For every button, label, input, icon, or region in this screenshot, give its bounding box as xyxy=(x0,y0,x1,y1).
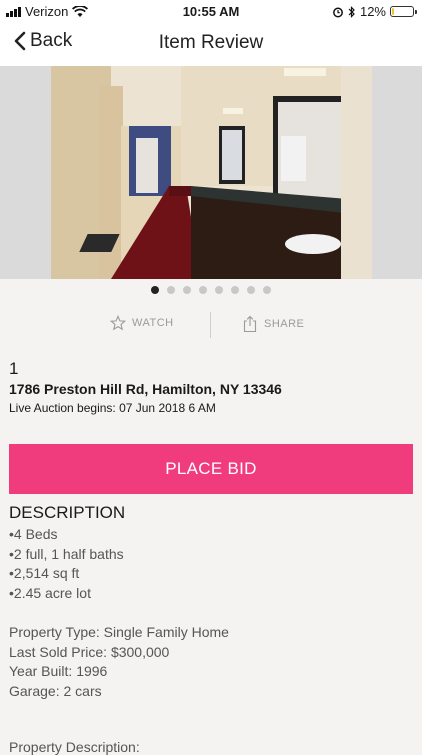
pagination-dot[interactable] xyxy=(215,286,223,294)
gallery-pagination[interactable] xyxy=(0,286,422,294)
share-button[interactable]: SHARE xyxy=(242,315,304,333)
bluetooth-icon xyxy=(348,5,355,18)
page-title: Item Review xyxy=(158,32,264,53)
feature-item: 2 full, 1 half baths xyxy=(9,546,124,566)
status-bar: Verizon 10:55 AM 12% xyxy=(0,0,422,24)
watch-label: WATCH xyxy=(132,317,174,329)
property-facts: Property Type: Single Family Home Last S… xyxy=(9,624,229,702)
pagination-dot[interactable] xyxy=(199,286,207,294)
feature-item: 2.45 acre lot xyxy=(9,585,124,605)
pagination-dot[interactable] xyxy=(183,286,191,294)
feature-item: 2,514 sq ft xyxy=(9,565,124,585)
fact-row: Property Type: Single Family Home xyxy=(9,624,229,640)
fact-row: Year Built: 1996 xyxy=(9,663,108,679)
pagination-dot[interactable] xyxy=(263,286,271,294)
pagination-dot[interactable] xyxy=(151,286,159,294)
property-address: 1786 Preston Hill Rd, Hamilton, NY 13346 xyxy=(9,381,282,397)
action-divider xyxy=(210,312,211,338)
navigation-bar: Back Item Review xyxy=(0,24,422,66)
fact-row: Garage: 2 cars xyxy=(9,682,102,699)
property-description-label: Property Description: xyxy=(9,739,140,755)
description-heading: DESCRIPTION xyxy=(9,503,126,522)
share-label: SHARE xyxy=(264,318,305,330)
battery-icon xyxy=(390,6,417,17)
lot-number: 1 xyxy=(9,359,19,378)
property-photo xyxy=(51,66,372,279)
place-bid-button[interactable]: PLACE BID xyxy=(9,444,413,494)
pagination-dot[interactable] xyxy=(231,286,239,294)
pagination-dot[interactable] xyxy=(167,286,175,294)
photo-gallery[interactable] xyxy=(0,66,422,279)
action-bar: WATCH SHARE xyxy=(0,312,422,340)
watch-button[interactable]: WATCH xyxy=(110,315,174,331)
auction-date: Live Auction begins: 07 Jun 2018 6 AM xyxy=(9,401,216,415)
feature-item: 4 Beds xyxy=(9,526,124,546)
share-icon xyxy=(243,315,257,333)
star-icon xyxy=(110,315,126,331)
pagination-dot[interactable] xyxy=(247,286,255,294)
fact-row: Last Sold Price: $300,000 xyxy=(9,643,170,660)
battery-percent: 12% xyxy=(359,4,386,19)
alarm-icon xyxy=(333,7,343,17)
feature-list: 4 Beds 2 full, 1 half baths 2,514 sq ft … xyxy=(9,526,124,604)
status-right: 12% xyxy=(332,4,417,19)
